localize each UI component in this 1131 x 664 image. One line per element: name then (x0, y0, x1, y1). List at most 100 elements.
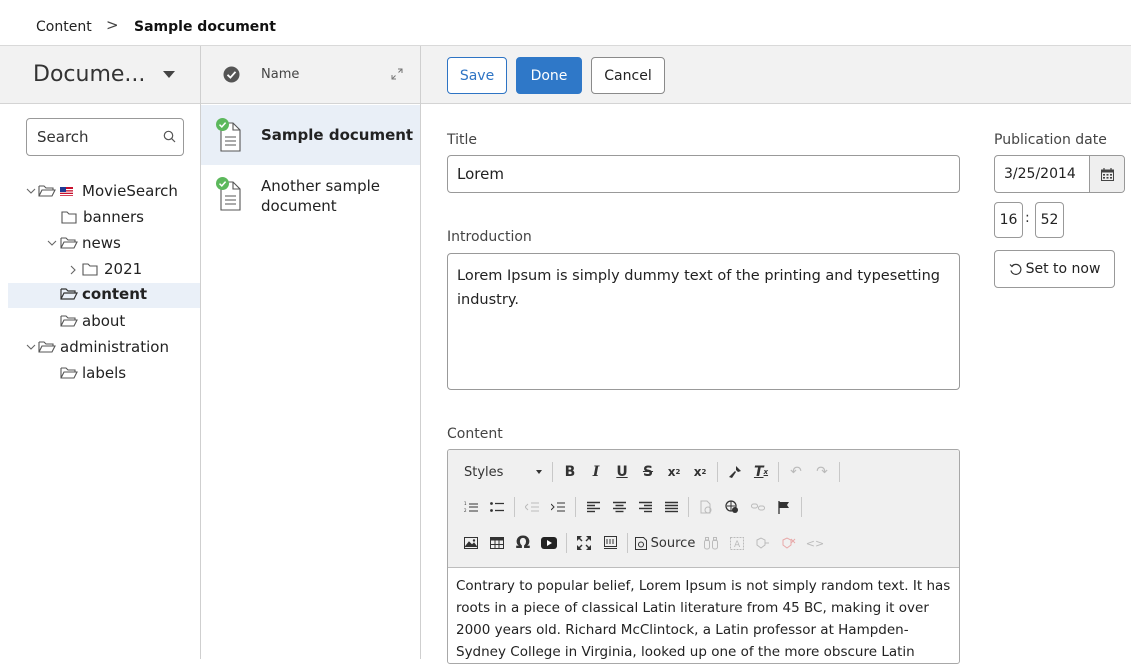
svg-text:A: A (734, 540, 741, 550)
italic-button[interactable]: I (583, 459, 609, 485)
chevron-down-icon[interactable] (47, 240, 57, 247)
publication-date-field[interactable]: 3/25/2014 (994, 155, 1125, 193)
maximize-icon[interactable] (571, 530, 597, 556)
outdent-icon[interactable] (519, 494, 545, 520)
subscript-button[interactable]: x2 (661, 459, 687, 485)
numbered-list-icon[interactable]: 12 (458, 494, 484, 520)
tree-item-label: administration (60, 338, 169, 356)
link-document-icon[interactable] (693, 494, 719, 520)
find-icon[interactable] (698, 530, 724, 556)
show-blocks-icon[interactable] (597, 530, 623, 556)
toolbar-separator (552, 462, 553, 482)
calendar-button[interactable] (1089, 156, 1124, 192)
link-url-icon[interactable] (719, 494, 745, 520)
tree-item-moviesearch[interactable]: MovieSearch (0, 180, 200, 204)
cancel-button[interactable]: Cancel (591, 57, 665, 94)
source-icon (634, 536, 647, 550)
source-label: Source (650, 535, 696, 551)
replace-icon[interactable]: A (724, 530, 750, 556)
bold-button[interactable]: B (557, 459, 583, 485)
undo-clock-icon (1009, 263, 1022, 275)
content-editor-body[interactable]: Contrary to popular belief, Lorem Ipsum … (448, 569, 959, 663)
chevron-down-icon[interactable] (26, 188, 36, 195)
styles-dropdown[interactable]: Styles (458, 459, 548, 485)
time-separator: : (1025, 210, 1030, 226)
folder-open-icon (38, 341, 56, 353)
folder-icon (82, 263, 98, 276)
youtube-icon[interactable] (536, 530, 562, 556)
tree-item-label: MovieSearch (82, 182, 178, 200)
styles-label: Styles (464, 464, 504, 480)
remove-marker-icon[interactable] (776, 530, 802, 556)
tree-item-news[interactable]: news (0, 232, 200, 256)
introduction-textarea[interactable]: Lorem Ipsum is simply dummy text of the … (447, 253, 960, 390)
toolbar-separator (839, 462, 840, 482)
publication-date-value[interactable]: 3/25/2014 (1004, 166, 1076, 182)
caret-down-icon[interactable] (163, 71, 175, 78)
svg-text:1: 1 (464, 501, 467, 506)
editor-toolbar-group: Styles B I U S x2 x2 Tx ↶ ↷ 12 Ω Source … (448, 450, 959, 568)
set-to-now-label: Set to now (1025, 261, 1101, 277)
expand-icon[interactable] (390, 67, 404, 81)
tree-item-about[interactable]: about (0, 310, 200, 334)
set-to-now-button[interactable]: Set to now (994, 250, 1115, 288)
hour-input[interactable]: 16 (994, 202, 1023, 238)
done-button[interactable]: Done (516, 57, 582, 94)
folder-open-icon (60, 367, 78, 379)
insert-marker-icon[interactable] (750, 530, 776, 556)
source-button[interactable]: Source (632, 530, 698, 556)
tree-item-label: content (82, 285, 148, 303)
code-icon[interactable]: <> (802, 530, 828, 556)
unlink-icon[interactable] (745, 494, 771, 520)
tree-item-labels[interactable]: labels (0, 362, 200, 386)
redo-icon[interactable]: ↷ (809, 459, 835, 485)
breadcrumb-root-link[interactable]: Content (36, 19, 92, 35)
search-icon[interactable] (163, 130, 176, 143)
tree-item-administration[interactable]: administration (0, 336, 200, 360)
save-button[interactable]: Save (447, 57, 507, 94)
strikethrough-button[interactable]: S (635, 459, 661, 485)
svg-text:2: 2 (464, 508, 467, 513)
toolbar-separator (717, 462, 718, 482)
tree-panel-title: Docume... (33, 62, 146, 87)
indent-icon[interactable] (545, 494, 571, 520)
tree-item-banners[interactable]: banners (0, 206, 200, 230)
select-all-check-icon[interactable] (223, 66, 240, 83)
chevron-down-icon[interactable] (26, 344, 36, 351)
folder-open-icon (60, 315, 78, 327)
title-input[interactable]: Lorem (447, 155, 960, 193)
clear-formatting-button[interactable]: Tx (748, 459, 774, 485)
tree-item-2021[interactable]: 2021 (0, 258, 200, 282)
folder-icon (61, 211, 77, 224)
document-list-item[interactable]: Sample document (201, 105, 420, 165)
special-character-button[interactable]: Ω (510, 530, 536, 556)
document-list-item[interactable]: Another sample document (201, 166, 420, 226)
align-center-icon[interactable] (606, 494, 632, 520)
align-right-icon[interactable] (632, 494, 658, 520)
align-left-icon[interactable] (580, 494, 606, 520)
search-input[interactable] (35, 127, 155, 147)
image-icon[interactable] (458, 530, 484, 556)
minute-input[interactable]: 52 (1035, 202, 1064, 238)
superscript-button[interactable]: x2 (687, 459, 713, 485)
breadcrumb: Content > Sample document (0, 0, 1131, 46)
format-painter-icon[interactable] (722, 459, 748, 485)
tree-panel-header[interactable]: Docume... (0, 46, 200, 104)
underline-button[interactable]: U (609, 459, 635, 485)
anchor-flag-icon[interactable] (771, 494, 797, 520)
tree-item-content[interactable]: content (8, 283, 200, 308)
editor-toolbar: Save Done Cancel (421, 46, 1131, 104)
table-icon[interactable] (484, 530, 510, 556)
chevron-right-icon[interactable] (70, 265, 77, 275)
editor-toolbar-row: Styles B I U S x2 x2 Tx ↶ ↷ (458, 458, 844, 486)
search-field[interactable] (26, 118, 184, 156)
tree-item-label: news (82, 234, 121, 252)
bulleted-list-icon[interactable] (484, 494, 510, 520)
undo-icon[interactable]: ↶ (783, 459, 809, 485)
name-column-header[interactable]: Name (261, 67, 299, 82)
folder-open-icon (38, 185, 56, 197)
justify-icon[interactable] (658, 494, 684, 520)
toolbar-separator (566, 533, 567, 553)
title-label: Title (447, 132, 478, 148)
editor-toolbar-row: 12 (458, 493, 806, 521)
